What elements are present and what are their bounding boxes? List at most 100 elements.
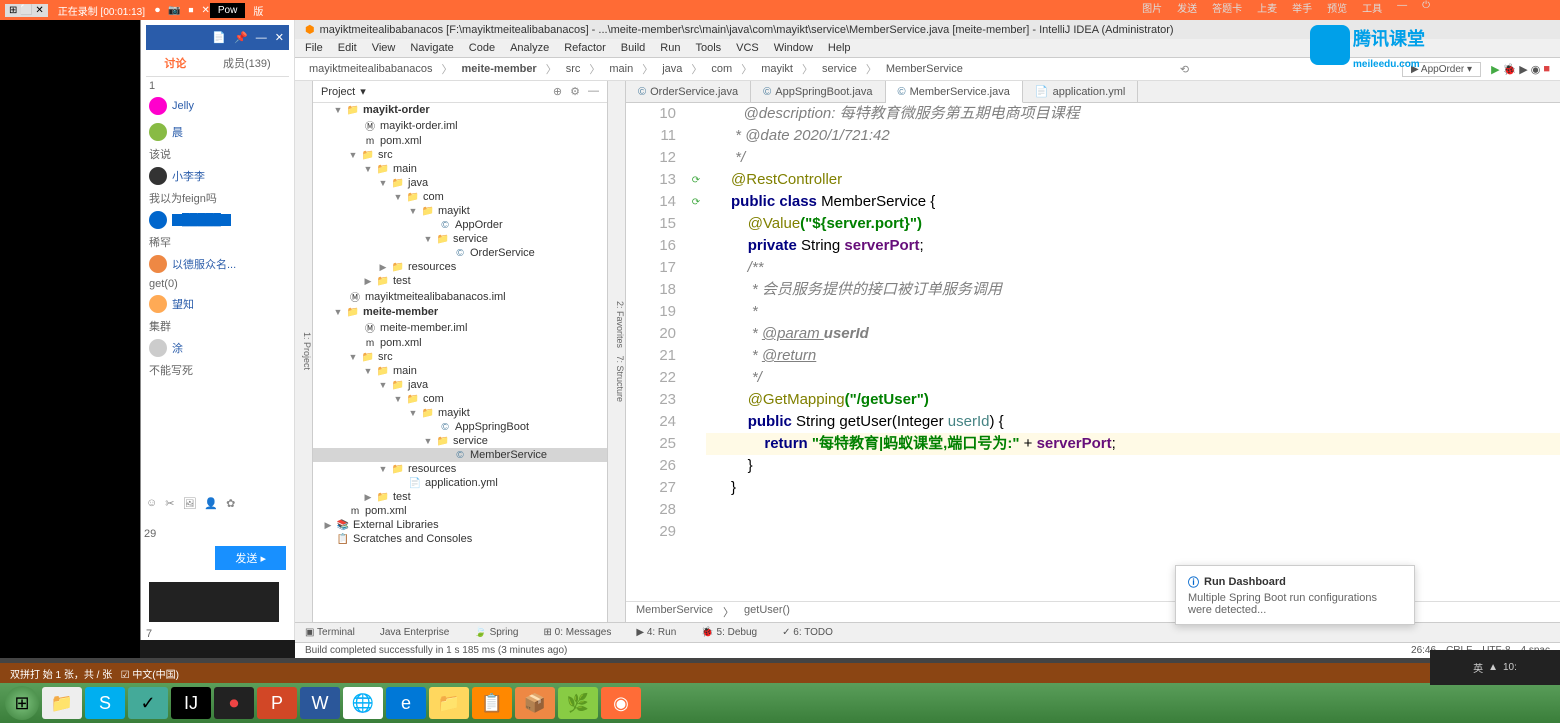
image-icon[interactable]: 🖼: [182, 497, 196, 510]
bc-main[interactable]: main: [605, 62, 637, 76]
tool-messages[interactable]: ⊞ 0: Messages: [538, 625, 616, 640]
tree-node[interactable]: ▼📁com: [313, 190, 607, 204]
tree-node-selected[interactable]: ©MemberService: [313, 448, 607, 462]
taskbar-skype[interactable]: S: [85, 687, 125, 719]
top-tab-2[interactable]: 发送: [1177, 0, 1197, 15]
taskbar-app[interactable]: 📦: [515, 687, 555, 719]
menu-build[interactable]: Build: [621, 42, 645, 54]
bc-java[interactable]: java: [658, 62, 686, 76]
top-tab-5[interactable]: 举手: [1292, 0, 1312, 15]
tree-node[interactable]: ▼📁service: [313, 434, 607, 448]
tree-node[interactable]: ▼📁mayikt: [313, 406, 607, 420]
tree-node[interactable]: ▼📁com: [313, 392, 607, 406]
menu-help[interactable]: Help: [828, 42, 851, 54]
top-tab-4[interactable]: 上麦: [1257, 0, 1277, 15]
menu-analyze[interactable]: Analyze: [510, 42, 549, 54]
emoji-icon[interactable]: ☺: [146, 497, 157, 510]
menu-run[interactable]: Run: [660, 42, 680, 54]
taskbar-intellij[interactable]: IJ: [171, 687, 211, 719]
taskbar-word[interactable]: W: [300, 687, 340, 719]
tree-node[interactable]: ▼📁service: [313, 232, 607, 246]
build-icon[interactable]: ⟲: [1180, 63, 1189, 76]
run-gutter-icon[interactable]: ⟳: [686, 169, 706, 191]
project-tab-vertical[interactable]: 1: Project: [295, 81, 313, 622]
tree-node[interactable]: mpom.xml: [313, 336, 607, 350]
tree-node[interactable]: 📄application.yml: [313, 476, 607, 490]
send-button[interactable]: 发送 ▸: [215, 546, 286, 570]
bc-mayikt[interactable]: mayikt: [757, 62, 797, 76]
taskbar-chrome[interactable]: 🌐: [343, 687, 383, 719]
debug-icon[interactable]: 🐞: [1503, 63, 1517, 76]
bc-service[interactable]: service: [818, 62, 861, 76]
tool-run[interactable]: ▶ 4: Run: [631, 625, 681, 640]
chat-min-icon[interactable]: —: [256, 32, 267, 44]
tree-node[interactable]: Ⓜmayikt-order.iml: [313, 117, 607, 134]
menu-code[interactable]: Code: [469, 42, 495, 54]
structure-tab-vertical[interactable]: 2: Favorites 7: Structure: [608, 81, 626, 622]
run-gutter-icon[interactable]: ⟳: [686, 191, 706, 213]
menu-refactor[interactable]: Refactor: [564, 42, 606, 54]
menu-file[interactable]: File: [305, 42, 323, 54]
menu-edit[interactable]: Edit: [338, 42, 357, 54]
tree-node[interactable]: ▼📁src: [313, 148, 607, 162]
tree-node[interactable]: mpom.xml: [313, 134, 607, 148]
tool-todo[interactable]: ✓ 6: TODO: [777, 625, 838, 640]
tree-node[interactable]: ▶📁test: [313, 490, 607, 504]
editor-tab[interactable]: 📄application.yml: [1023, 81, 1138, 102]
ime-indicator[interactable]: 英: [1473, 660, 1483, 675]
tree-node[interactable]: 📋Scratches and Consoles: [313, 532, 607, 546]
taskbar-app[interactable]: 📋: [472, 687, 512, 719]
chat-user[interactable]: 以德服众名...: [149, 252, 286, 276]
code-editor[interactable]: 1011121314151617181920212223242526272829…: [626, 103, 1560, 601]
tree-node[interactable]: ▼📁java: [313, 176, 607, 190]
tree-node[interactable]: ▶📚External Libraries: [313, 518, 607, 532]
tree-node[interactable]: ©AppOrder: [313, 218, 607, 232]
run-icon[interactable]: ▶: [1491, 63, 1499, 76]
minimize-icon[interactable]: —: [1397, 0, 1407, 15]
tree-node[interactable]: ©OrderService: [313, 246, 607, 260]
power-icon[interactable]: ⏻: [1422, 0, 1430, 15]
bc-root[interactable]: mayiktmeitealibabanacos: [305, 62, 437, 76]
chat-doc-icon[interactable]: 📄: [212, 31, 226, 44]
chat-user[interactable]: 晨: [149, 120, 286, 144]
taskbar-record[interactable]: ⏺: [214, 687, 254, 719]
top-tab-3[interactable]: 答题卡: [1212, 0, 1242, 15]
thumbnail-preview[interactable]: [149, 582, 279, 622]
record-icon[interactable]: ⏺: [155, 5, 160, 16]
tree-node[interactable]: ▼📁mayikt: [313, 204, 607, 218]
bc-class[interactable]: MemberService: [882, 62, 967, 76]
pow-tab[interactable]: Pow: [210, 3, 245, 18]
chrome-icons[interactable]: ⊞ ⬜ ✕: [5, 4, 48, 17]
editor-tab[interactable]: ©OrderService.java: [626, 81, 751, 102]
tree-node[interactable]: ▼📁mayikt-order: [313, 103, 607, 117]
taskbar-edge[interactable]: e: [386, 687, 426, 719]
profile-icon[interactable]: ◉: [1531, 63, 1541, 76]
tree-node[interactable]: ▼📁src: [313, 350, 607, 364]
tool-terminal[interactable]: ▣ Terminal: [300, 625, 360, 640]
camera-icon[interactable]: 📷: [168, 5, 180, 16]
close-icon[interactable]: ✕: [201, 5, 209, 16]
tree-node[interactable]: ▼📁main: [313, 364, 607, 378]
tree-node[interactable]: Ⓜmayiktmeitealibabanacos.iml: [313, 288, 607, 305]
menu-navigate[interactable]: Navigate: [410, 42, 453, 54]
chat-user[interactable]: 涂: [149, 336, 286, 360]
tree-node[interactable]: Ⓜmeite-member.iml: [313, 319, 607, 336]
coverage-icon[interactable]: ▶: [1519, 63, 1527, 76]
tree-node[interactable]: ©AppSpringBoot: [313, 420, 607, 434]
start-button[interactable]: ⊞: [5, 686, 39, 720]
taskbar-powerpoint[interactable]: P: [257, 687, 297, 719]
run-dashboard-notification[interactable]: ⓘ Run Dashboard Multiple Spring Boot run…: [1175, 565, 1415, 625]
settings-icon[interactable]: ⚙: [570, 85, 580, 98]
menu-vcs[interactable]: VCS: [736, 42, 759, 54]
chat-user[interactable]: █████: [149, 208, 286, 232]
tree-node[interactable]: ▼📁java: [313, 378, 607, 392]
tree-node[interactable]: mpom.xml: [313, 504, 607, 518]
target-icon[interactable]: ⊕: [553, 85, 562, 98]
taskbar-postman[interactable]: ◉: [601, 687, 641, 719]
tool-spring[interactable]: 🍃 Spring: [469, 625, 523, 640]
top-tab-7[interactable]: 工具: [1362, 0, 1382, 15]
bc-module[interactable]: meite-member: [458, 62, 541, 76]
chat-user[interactable]: 望知: [149, 292, 286, 316]
user-icon[interactable]: 👤: [204, 497, 218, 510]
taskbar-app[interactable]: 📁: [42, 687, 82, 719]
